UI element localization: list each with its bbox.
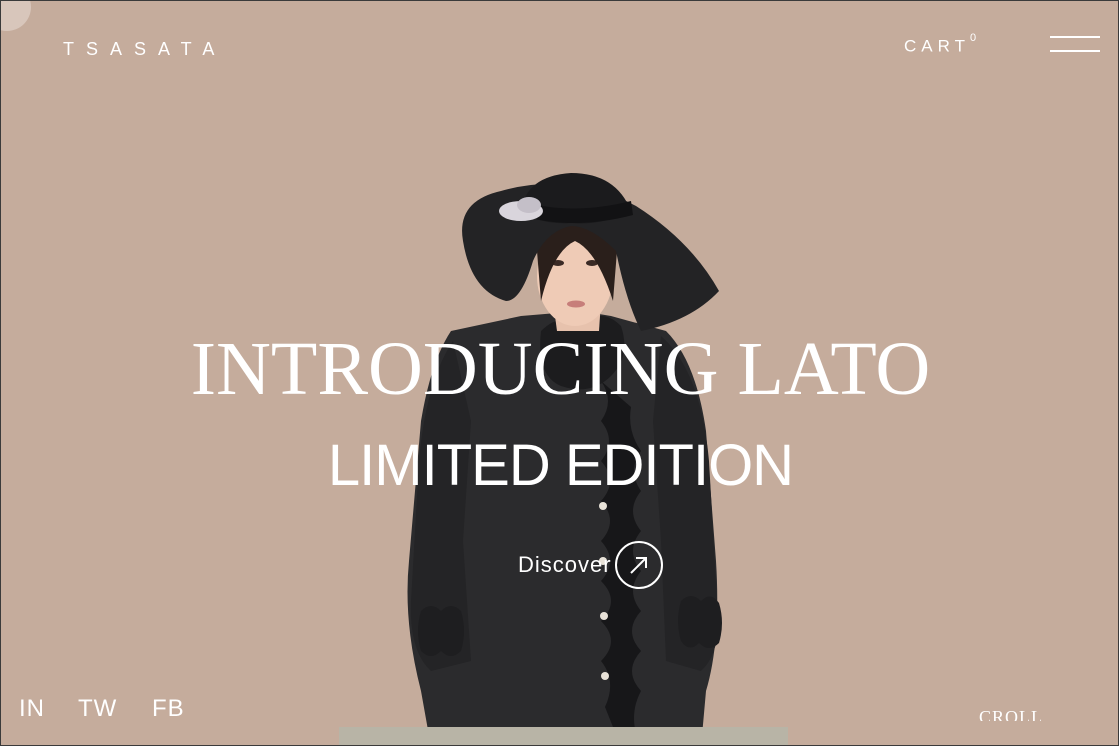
next-section-preview xyxy=(339,727,788,745)
arrow-up-right-icon xyxy=(614,541,663,589)
cart-count-badge: 0 xyxy=(969,32,977,44)
hamburger-menu-icon[interactable] xyxy=(1050,36,1100,56)
hero-subheadline: LIMITED EDITION xyxy=(327,433,794,498)
social-link-twitter[interactable]: TW xyxy=(78,695,117,723)
page-frame: TSASATA CART0 INTRODUCING LATO LIMITED E… xyxy=(0,0,1119,746)
menu-line xyxy=(1050,50,1100,52)
cart-label: CART xyxy=(904,36,970,56)
discover-label: Discover xyxy=(518,552,612,577)
cart-link[interactable]: CART0 xyxy=(904,32,976,57)
social-link-instagram[interactable]: IN xyxy=(19,695,45,723)
menu-line xyxy=(1050,36,1100,38)
social-link-facebook[interactable]: FB xyxy=(152,695,185,723)
scroll-hint[interactable]: CROLL xyxy=(979,707,1043,721)
discover-button[interactable]: Discover xyxy=(518,541,663,589)
brand-logo[interactable]: TSASATA xyxy=(63,39,226,60)
hero-headline: INTRODUCING LATO xyxy=(190,327,931,411)
